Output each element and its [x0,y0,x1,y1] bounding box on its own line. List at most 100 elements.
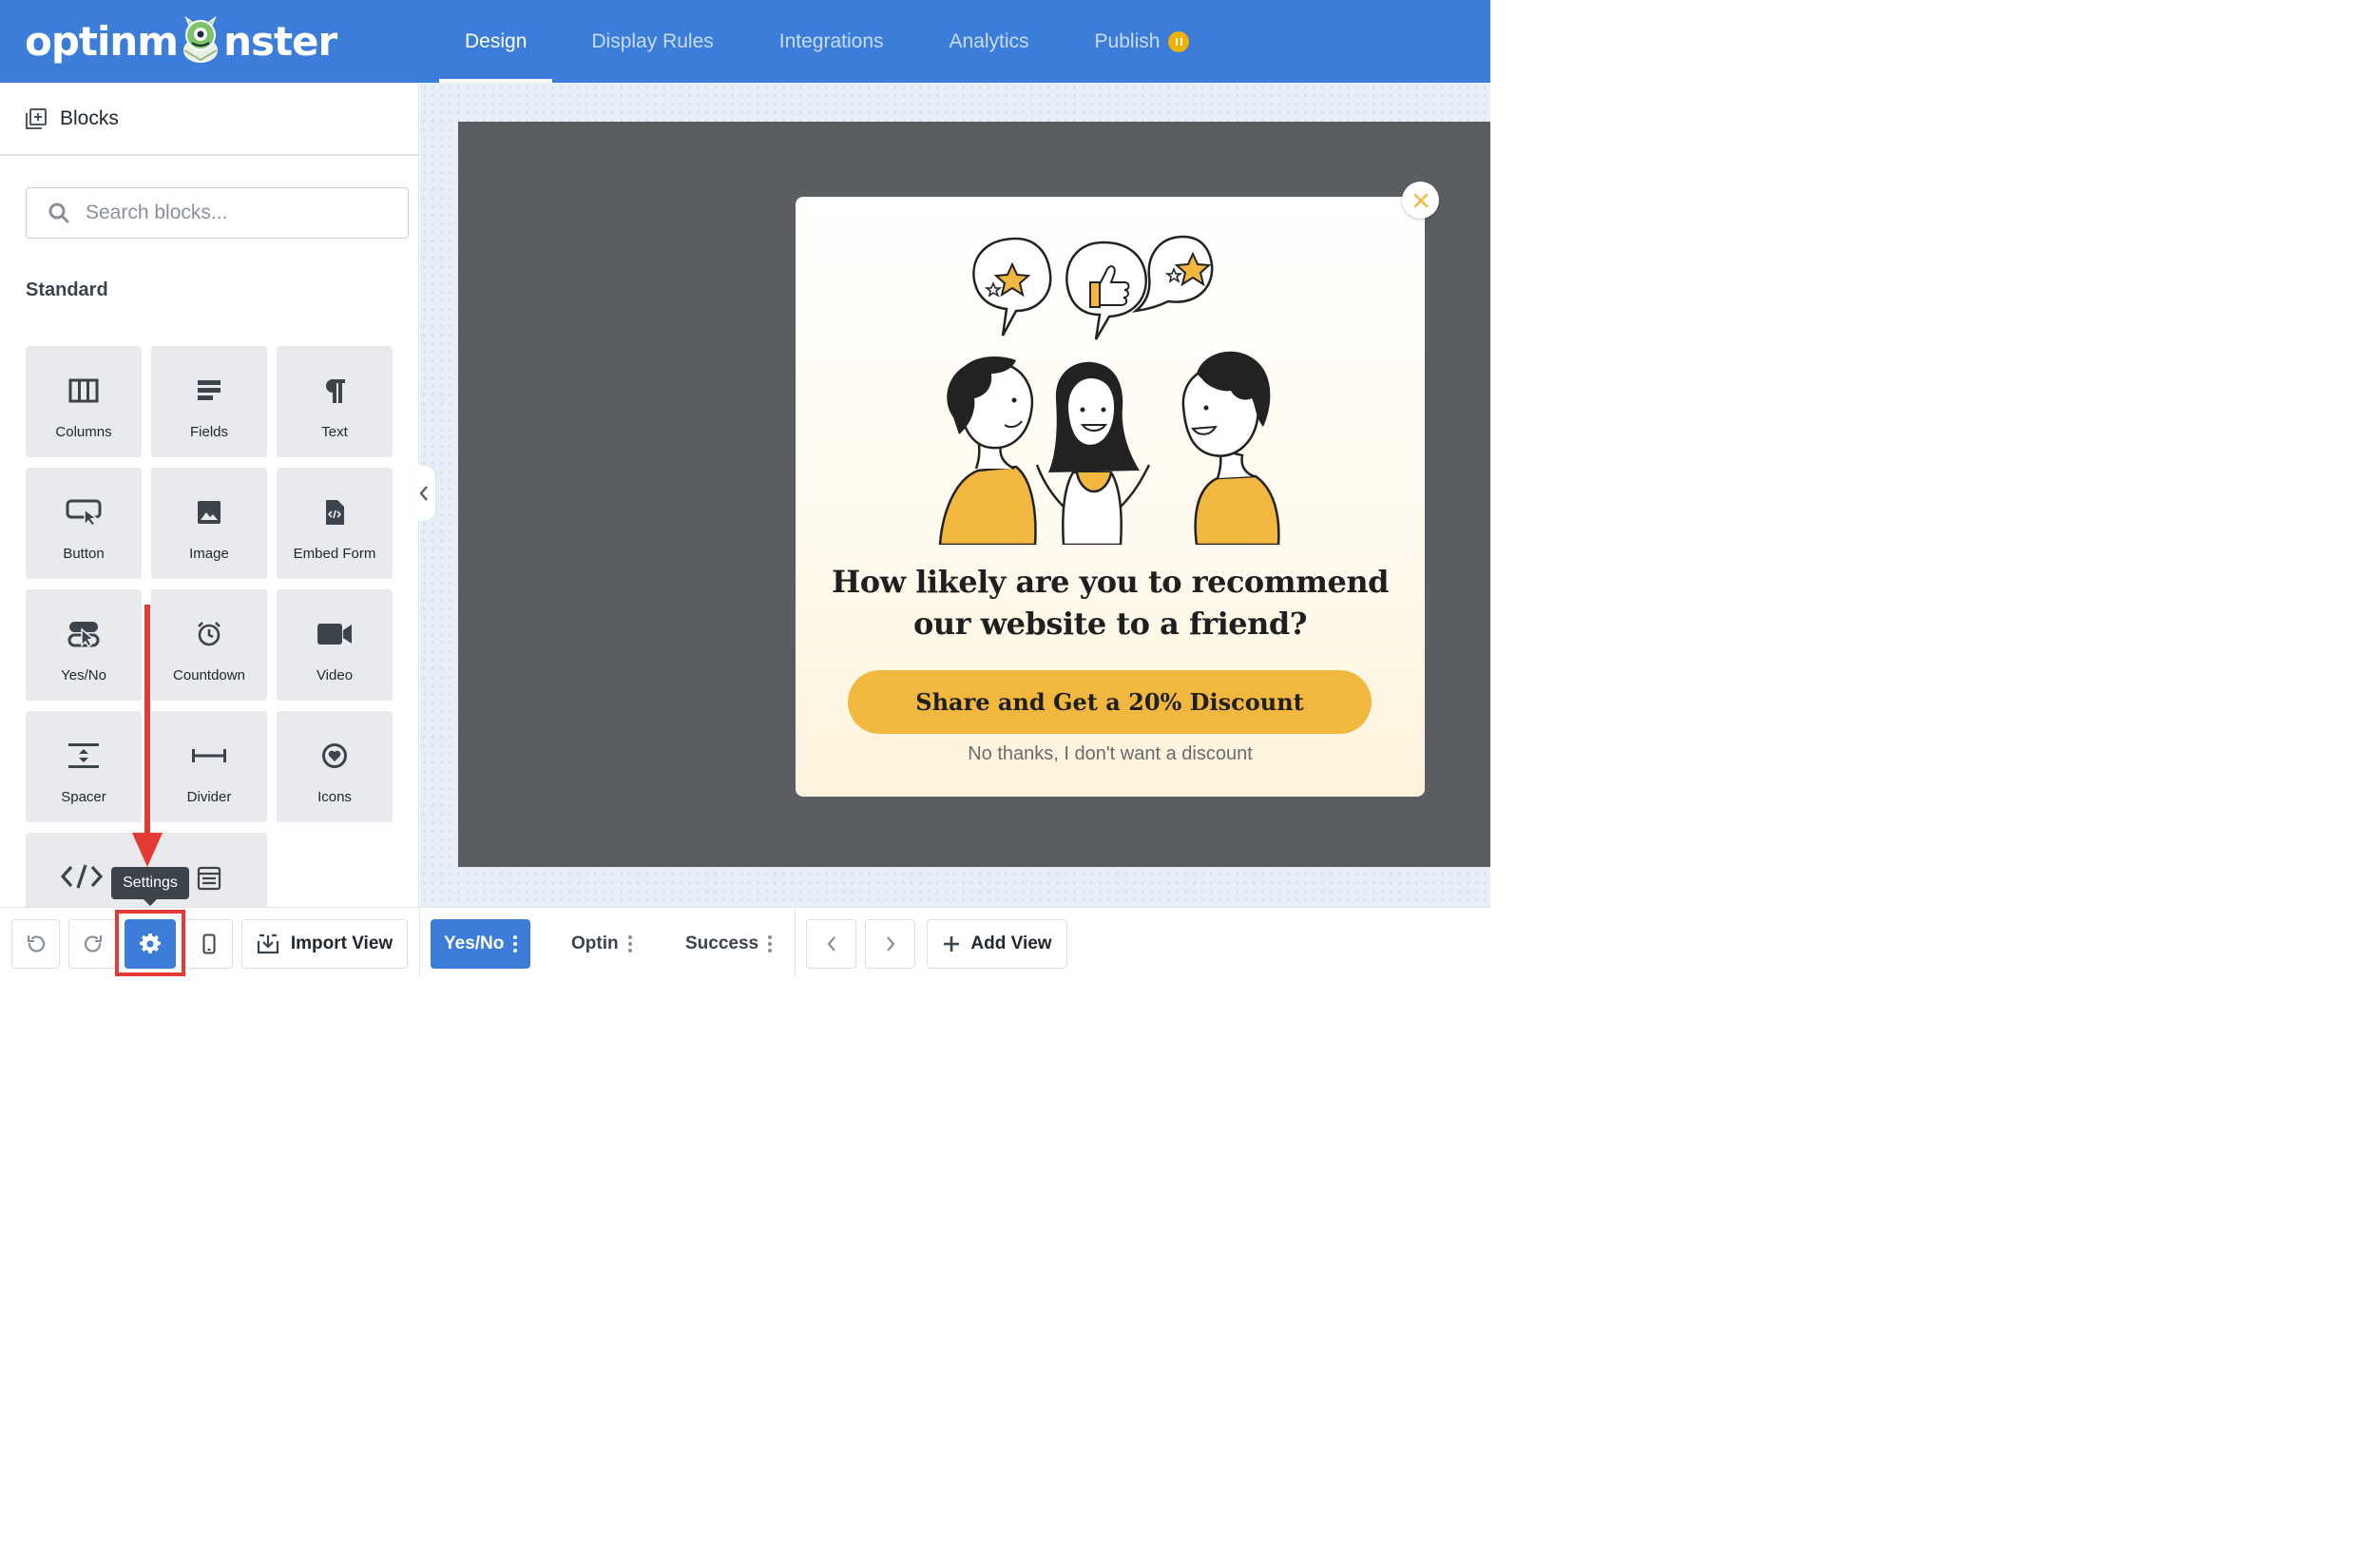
mobile-phone-icon [202,933,215,954]
blocks-sidebar: Blocks Standard Columns Fields Text [0,83,419,976]
block-label: Image [189,546,229,562]
import-view-label: Import View [290,933,393,953]
previous-view-button[interactable] [806,919,856,969]
import-tray-icon [257,933,278,954]
search-blocks-input[interactable] [86,202,380,224]
tab-publish[interactable]: Publish [1029,0,1190,83]
toolbar-divider [795,908,796,977]
alarm-clock-icon [196,617,222,651]
tab-integrations-label: Integrations [778,29,884,52]
yes-no-popup[interactable]: How likely are you to recommend our webs… [796,197,1425,797]
block-button[interactable]: Button [26,468,142,579]
block-countdown[interactable]: Countdown [151,589,267,701]
people-recommend-illustration [938,235,1280,545]
tab-display-rules[interactable]: Display Rules [552,0,713,83]
share-discount-button[interactable]: Share and Get a 20% Discount [848,670,1372,734]
blocks-panel-header: Blocks [0,83,419,156]
tab-design[interactable]: Design [439,0,553,83]
image-icon [197,495,221,529]
block-video[interactable]: Video [277,589,393,701]
tab-design-label: Design [465,29,528,52]
kebab-menu-icon[interactable] [513,934,518,954]
block-spacer[interactable]: Spacer [26,711,142,822]
block-embed-form[interactable]: Embed Form [277,468,393,579]
collapse-sidebar-button[interactable] [413,466,435,521]
annotation-arrow [132,605,163,867]
search-blocks-box[interactable] [26,187,409,239]
embed-code-file-icon [324,495,345,529]
top-navigation-bar: optinm nster Design Display Rules Integr… [0,0,1490,83]
heart-circle-icon [321,739,348,773]
tab-integrations[interactable]: Integrations [714,0,884,83]
divider-icon [191,739,227,773]
chevron-right-icon [886,936,894,952]
undo-icon [27,934,45,953]
spacer-icon [67,739,100,773]
view-tab-yes-no[interactable]: Yes/No [431,919,531,969]
undo-button[interactable] [11,919,60,969]
block-text[interactable]: Text [277,346,393,457]
block-divider[interactable]: Divider [151,711,267,822]
view-tab-label: Success [685,933,759,953]
fields-icon [197,374,221,408]
tab-display-rules-label: Display Rules [591,29,714,52]
blocks-panel-title: Blocks [60,106,119,129]
logo-text-left: optinm [25,17,179,65]
popup-close-button[interactable] [1402,182,1439,219]
block-label: Countdown [173,667,245,683]
block-label: Yes/No [61,667,106,683]
close-icon [1413,193,1428,207]
chevron-left-icon [419,486,428,501]
kebab-menu-icon[interactable] [768,934,773,954]
block-columns[interactable]: Columns [26,346,142,457]
block-label: Fields [189,424,228,440]
button-cursor-icon [66,495,102,529]
import-view-button[interactable]: Import View [241,919,408,969]
plus-icon [944,936,960,952]
block-label: Columns [55,424,112,440]
redo-button[interactable] [68,919,117,969]
block-label: Text [321,424,348,440]
standard-section-title: Standard [26,279,108,300]
block-yes-no[interactable]: Yes/No [26,589,142,701]
logo-text-right: nster [223,17,337,65]
html-code-icon [61,859,103,894]
video-camera-icon [317,617,353,651]
view-tab-optin[interactable]: Optin [571,919,632,969]
block-fields[interactable]: Fields [151,346,267,457]
settings-tooltip: Settings [111,867,189,906]
chevron-left-icon [827,936,835,952]
tab-analytics[interactable]: Analytics [884,0,1029,83]
view-tab-label: Yes/No [444,933,505,953]
yes-no-toggle-icon [67,617,100,651]
optinmonster-logo[interactable]: optinm nster [25,13,337,68]
tab-publish-label: Publish [1094,29,1161,52]
toolbar-divider [419,908,420,977]
view-tab-success[interactable]: Success [685,919,773,969]
block-label: Video [316,667,354,683]
next-view-button[interactable] [865,919,915,969]
block-image[interactable]: Image [151,468,267,579]
block-icons[interactable]: Icons [277,711,393,822]
main-nav-tabs: Design Display Rules Integrations Analyt… [439,0,1190,83]
bottom-toolbar: Import View Yes/No Optin Success Add Vie… [0,907,1490,977]
view-tab-label: Optin [571,933,619,953]
block-label: Button [63,546,105,562]
mobile-preview-button[interactable] [184,919,233,969]
block-label: Divider [186,789,232,805]
decline-discount-link[interactable]: No thanks, I don't want a discount [824,743,1396,765]
form-list-icon [197,861,221,895]
paragraph-icon [323,374,346,408]
monster-mascot-icon [183,16,219,63]
block-label: Embed Form [293,546,376,562]
pause-icon [1168,30,1190,52]
redo-icon [84,934,102,953]
tab-analytics-label: Analytics [949,29,1029,52]
block-label: Spacer [61,789,106,805]
search-icon [48,202,69,223]
add-view-button[interactable]: Add View [927,919,1067,969]
block-label: Icons [317,789,352,805]
add-view-label: Add View [970,933,1052,953]
kebab-menu-icon[interactable] [627,934,632,954]
annotation-highlight-box [115,910,185,976]
